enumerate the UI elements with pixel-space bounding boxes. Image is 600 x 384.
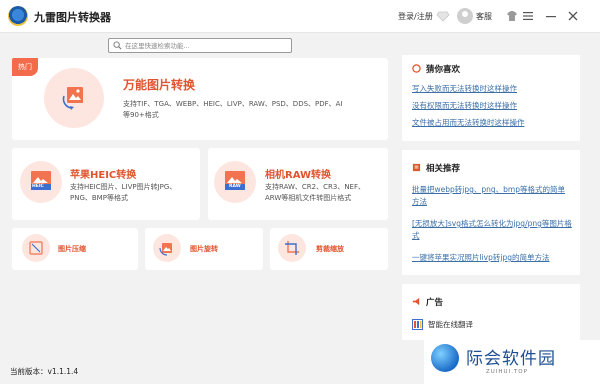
guess-title: 猜你喜欢: [426, 65, 461, 75]
title-bar: 九雷图片转换器 登录/注册 客服: [0, 0, 600, 33]
skin-shirt-icon[interactable]: [506, 10, 518, 22]
search-input[interactable]: [125, 40, 289, 51]
scrollbar[interactable]: [592, 36, 598, 362]
megaphone-icon: [412, 297, 420, 306]
raw-convert-desc: 支持RAW、CR2、CR3、NEF、ARW等相机文件转图片格式: [265, 183, 366, 202]
recommend-link-2[interactable]: [无损放大]svg格式怎么转化为jpg/png等图片格式: [412, 218, 572, 242]
menu-icon[interactable]: [522, 10, 534, 22]
translate-app-icon: [412, 319, 423, 330]
tool-compress-label: 图片压缩: [58, 245, 86, 253]
watermark-sub: ZUIHUI.TOP: [486, 369, 528, 375]
recommend-icon: [412, 163, 421, 172]
watermark-title: 际会软件园: [466, 349, 556, 369]
compress-icon: [29, 241, 43, 255]
close-icon[interactable]: [567, 10, 579, 22]
heic-file-icon: [31, 171, 51, 190]
recommend-title: 相关推荐: [426, 164, 461, 174]
ad-title: 广告: [426, 298, 444, 308]
guess-link-1[interactable]: 写入失败而无法转换时这样操作: [412, 83, 517, 95]
hot-badge: 热门: [12, 58, 38, 76]
search-icon: [113, 41, 122, 50]
raw-badge-label: RAW: [229, 184, 241, 189]
heart-icon: [412, 64, 421, 73]
recommend-link-3[interactable]: 一键将苹果实况照片livp转jpg的简单方法: [412, 252, 572, 264]
heic-convert-title: 苹果HEIC转换: [70, 170, 137, 181]
raw-file-icon: [225, 171, 245, 190]
recommend-link-1[interactable]: 批量把webp转jpg、png、bmp等格式的简单方法: [412, 184, 572, 208]
version-label: 当前版本：v1.1.1.4: [10, 367, 79, 376]
heic-badge-label: HEIC: [32, 184, 44, 189]
app-title: 九雷图片转换器: [34, 11, 111, 24]
tool-crop-label: 剪裁缩放: [316, 245, 344, 253]
search-box[interactable]: [108, 38, 292, 53]
username-label[interactable]: 客服: [476, 11, 492, 22]
globe-logo-icon: [431, 344, 459, 372]
rotate-icon: [159, 243, 172, 256]
login-register-link[interactable]: 登录/注册: [398, 11, 433, 22]
tool-rotate-label: 图片旋转: [190, 245, 218, 253]
image-convert-icon: [62, 87, 83, 110]
heic-convert-desc: 支持HEIC图片、LIVP图片转JPG、PNG、BMP等格式: [70, 183, 177, 202]
crop-icon: [285, 241, 299, 255]
universal-convert-title: 万能图片转换: [123, 78, 196, 92]
app-logo-icon: [8, 6, 28, 26]
guess-link-2[interactable]: 没有权限而无法转换时这样操作: [412, 100, 517, 112]
guess-link-3[interactable]: 文件被占用而无法转换时这样操作: [412, 117, 525, 129]
ad-panel: [402, 284, 580, 340]
ad-item-translate[interactable]: 智能在线翻译: [428, 319, 473, 331]
universal-convert-desc: 支持TIF、TGA、WEBP、HEIC、LIVP、RAW、PSD、DDS、PDF…: [123, 100, 343, 119]
user-avatar-icon[interactable]: [457, 8, 473, 24]
raw-convert-title: 相机RAW转换: [265, 170, 332, 181]
minimize-icon[interactable]: [545, 10, 557, 22]
vip-diamond-icon[interactable]: [436, 9, 450, 23]
